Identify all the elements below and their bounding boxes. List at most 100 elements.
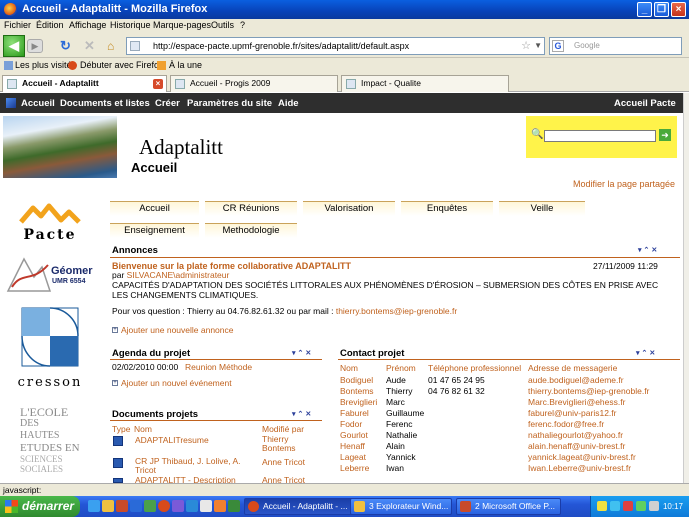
col-nom[interactable]: Nom	[340, 363, 358, 373]
menu-marque-pages[interactable]: Marque-pages	[153, 20, 211, 30]
contact-mail[interactable]: Iwan.Leberre@univ-brest.fr	[528, 463, 631, 473]
bookmark-most-visited[interactable]: Les plus visités	[15, 60, 76, 70]
google-engine-icon[interactable]: G	[552, 40, 564, 52]
quicklaunch-app-icon[interactable]	[214, 500, 226, 512]
window-title-bar[interactable]: Accueil - Adaptalitt - Mozilla Firefox _…	[0, 0, 689, 19]
doc-name[interactable]: CR JP Thibaud, J. Lolive, A. Tricot	[135, 457, 250, 475]
doc-modified-by[interactable]: Anne Tricot	[262, 476, 322, 483]
contact-nom[interactable]: Lageat	[340, 452, 366, 462]
taskbar-firefox[interactable]: Accueil - Adaptalitt - ...	[244, 498, 362, 515]
sp-nav-parametres[interactable]: Paramètres du site	[187, 98, 272, 109]
quicklaunch-app-icon[interactable]	[228, 500, 240, 512]
url-dropdown-icon[interactable]: ▼	[534, 38, 542, 54]
topnav-methodologie[interactable]: Methodologie	[205, 223, 297, 238]
contact-mail[interactable]: yannick.lageat@univ-brest.fr	[528, 452, 636, 462]
sp-nav-creer[interactable]: Créer	[155, 98, 180, 109]
col-modifie-par[interactable]: Modifié par	[262, 424, 304, 434]
add-event-link[interactable]: Ajouter un nouvel événement	[121, 378, 232, 388]
contact-nom[interactable]: Henaff	[340, 441, 365, 451]
tab-accueil-adaptalitt[interactable]: Accueil - Adaptalitt ×	[2, 75, 167, 92]
col-type[interactable]: Type	[112, 424, 130, 434]
sp-nav-aide[interactable]: Aide	[278, 98, 299, 109]
menu-affichage[interactable]: Affichage	[69, 20, 106, 30]
col-nom[interactable]: Nom	[134, 424, 152, 434]
quicklaunch-outlook-icon[interactable]	[186, 500, 198, 512]
quicklaunch-media-icon[interactable]	[172, 500, 184, 512]
home-icon[interactable]: ⌂	[107, 39, 121, 53]
webpart-controls[interactable]: ▾⌃✕	[638, 246, 659, 254]
modify-shared-page-link[interactable]: Modifier la page partagée	[573, 179, 675, 189]
site-search-input[interactable]	[544, 130, 656, 142]
maximize-button[interactable]: ❐	[654, 2, 669, 17]
site-title[interactable]: Adaptalitt	[139, 135, 223, 160]
quicklaunch-office-icon[interactable]	[116, 500, 128, 512]
tray-icon[interactable]	[610, 501, 620, 511]
start-button[interactable]: démarrer	[0, 496, 80, 517]
search-box[interactable]: G Google	[549, 37, 682, 55]
menu-outils[interactable]: Outils	[211, 20, 234, 30]
vertical-scrollbar[interactable]	[683, 93, 689, 483]
stop-icon[interactable]: ✕	[84, 39, 98, 53]
webpart-controls[interactable]: ▾⌃✕	[292, 349, 313, 357]
doc-modified-by[interactable]: Anne Tricot	[262, 457, 305, 467]
contact-nom[interactable]: Bodiguel	[340, 375, 373, 385]
menu-edition[interactable]: Édition	[36, 20, 64, 30]
contact-nom[interactable]: Bontems	[340, 386, 374, 396]
sp-nav-accueil[interactable]: Accueil	[21, 98, 55, 109]
doc-modified-by[interactable]: Thierry Bontems	[262, 435, 312, 453]
topnav-cr-reunions[interactable]: CR Réunions	[205, 201, 297, 216]
tray-icon[interactable]	[636, 501, 646, 511]
bookmark-headlines[interactable]: À la une	[169, 60, 202, 70]
contact-nom[interactable]: Breviglieri	[340, 397, 377, 407]
doc-name[interactable]: ADAPTALITT - Description	[135, 476, 255, 483]
add-announcement-link[interactable]: Ajouter une nouvelle annonce	[121, 325, 233, 335]
reload-icon[interactable]: ↻	[60, 39, 74, 53]
col-prenom[interactable]: Prénom	[386, 363, 416, 373]
contact-mail[interactable]: alain.henaff@univ-brest.fr	[528, 441, 625, 451]
agenda-event-title[interactable]: Reunion Méthode	[185, 362, 252, 372]
forward-arrow-icon[interactable]: ▶	[27, 39, 43, 53]
quicklaunch-desktop-icon[interactable]	[200, 500, 212, 512]
topnav-valorisation[interactable]: Valorisation	[303, 201, 395, 216]
contact-mail[interactable]: faburel@univ-paris12.fr	[528, 408, 616, 418]
tab-progis[interactable]: Accueil - Progis 2009	[170, 75, 338, 92]
search-go-icon[interactable]: ➜	[659, 129, 671, 141]
contact-nom[interactable]: Gourlot	[340, 430, 368, 440]
menu-fichier[interactable]: Fichier	[4, 20, 31, 30]
topnav-accueil[interactable]: Accueil	[110, 201, 199, 216]
topnav-enquetes[interactable]: Enquêtes	[401, 201, 493, 216]
contact-nom[interactable]: Faburel	[340, 408, 369, 418]
taskbar-office[interactable]: 2 Microsoft Office P...	[456, 498, 561, 515]
contact-email-link[interactable]: thierry.bontems@iep-grenoble.fr	[336, 306, 457, 316]
topnav-veille[interactable]: Veille	[499, 201, 585, 216]
minimize-button[interactable]: _	[637, 2, 652, 17]
sp-nav-accueil-pacte[interactable]: Accueil Pacte	[614, 98, 676, 109]
tray-icon[interactable]	[597, 501, 607, 511]
announcement-author[interactable]: SILVACANE\administrateur	[127, 270, 230, 280]
close-tab-icon[interactable]: ×	[153, 79, 163, 89]
webpart-controls[interactable]: ▾⌃✕	[636, 349, 657, 357]
bookmark-star-icon[interactable]: ☆	[521, 38, 531, 54]
quicklaunch-folder-icon[interactable]	[102, 500, 114, 512]
quicklaunch-ie-icon[interactable]	[88, 500, 100, 512]
contact-mail[interactable]: Marc.Breviglieri@ehess.fr	[528, 397, 625, 407]
sp-nav-documents[interactable]: Documents et listes	[60, 98, 150, 109]
quicklaunch-firefox-icon[interactable]	[158, 500, 170, 512]
close-button[interactable]: ×	[671, 2, 686, 17]
contact-nom[interactable]: Leberre	[340, 463, 369, 473]
col-telephone[interactable]: Téléphone professionnel	[428, 363, 521, 373]
quicklaunch-excel-icon[interactable]	[144, 500, 156, 512]
col-adresse[interactable]: Adresse de messagerie	[528, 363, 617, 373]
quicklaunch-word-icon[interactable]	[130, 500, 142, 512]
bookmark-getting-started[interactable]: Débuter avec Firefox	[80, 60, 164, 70]
volume-icon[interactable]	[649, 501, 659, 511]
webpart-controls[interactable]: ▾⌃✕	[292, 410, 313, 418]
contact-mail[interactable]: ferenc.fodor@free.fr	[528, 419, 604, 429]
doc-name[interactable]: ADAPTALITresume	[135, 435, 209, 445]
topnav-enseignement[interactable]: Enseignement	[110, 223, 199, 238]
taskbar-explorer[interactable]: 3 Explorateur Wind...	[350, 498, 452, 515]
contact-mail[interactable]: aude.bodiguel@ademe.fr	[528, 375, 624, 385]
menu-help[interactable]: ?	[240, 20, 245, 30]
address-bar[interactable]: http://espace-pacte.upmf-grenoble.fr/sit…	[126, 37, 545, 55]
contact-mail[interactable]: thierry.bontems@iep-grenoble.fr	[528, 386, 649, 396]
